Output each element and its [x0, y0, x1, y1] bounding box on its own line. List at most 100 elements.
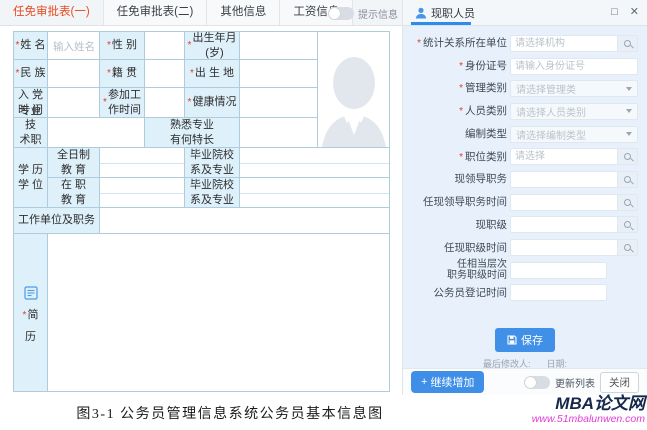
current-staff-panel: 现职人员 □ ✕ *统计关系所在单位 *身份证号 *管理类别 请选择管理类 *人… — [402, 0, 647, 395]
equivalent-level-time-input[interactable] — [510, 262, 607, 279]
save-disk-icon — [507, 335, 517, 345]
chevron-down-icon — [626, 87, 632, 91]
search-icon — [624, 176, 631, 183]
person-icon — [415, 7, 427, 19]
party-join-time-input-cell[interactable] — [48, 88, 100, 118]
inservice-school-input-cell[interactable] — [240, 178, 390, 208]
ethnicity-input-cell[interactable] — [48, 60, 100, 88]
field-label-personnel-category: *人员类别 — [403, 105, 507, 118]
resume-textarea[interactable] — [48, 234, 390, 392]
search-icon — [624, 40, 631, 47]
gender-input-cell[interactable] — [145, 32, 185, 60]
label-gender: *性 别 — [100, 32, 145, 60]
search-icon — [624, 221, 631, 228]
maximize-button[interactable]: □ — [611, 7, 618, 18]
close-button[interactable]: 关闭 — [600, 372, 639, 393]
work-unit-input-cell[interactable] — [100, 208, 390, 234]
position-category-lookup-button[interactable] — [617, 148, 638, 165]
field-label-id-number: *身份证号 — [403, 60, 507, 73]
label-name: *姓 名 — [14, 32, 48, 60]
label-education-degree: 学 历 学 位 — [14, 148, 48, 208]
panel-form: *统计关系所在单位 *身份证号 *管理类别 请选择管理类 *人员类别 请选择人员… — [403, 26, 647, 368]
current-leadership-position-input[interactable] — [510, 171, 617, 188]
stat-unit-input[interactable] — [510, 35, 617, 52]
panel-footer: + 继续增加 更新列表 关闭 — [403, 368, 647, 395]
field-label-civil-servant-registration-time: 公务员登记时间 — [403, 287, 507, 299]
watermark-url: www.51mbalunwen.com — [532, 414, 645, 426]
personnel-category-select[interactable]: 请选择人员类别 — [510, 103, 638, 120]
fulltime-education-input-cell[interactable] — [100, 148, 185, 178]
leadership-position-lookup-button[interactable] — [617, 171, 638, 188]
label-health: *健康情况 — [185, 88, 240, 118]
resume-document-icon — [24, 286, 38, 300]
name-placeholder: 输入姓名 — [48, 32, 99, 54]
current-rank-time-input[interactable] — [510, 239, 617, 256]
label-native-place: *籍 贯 — [100, 60, 145, 88]
native-place-input-cell[interactable] — [145, 60, 185, 88]
search-icon — [624, 153, 631, 160]
specialty-input-cell[interactable] — [240, 118, 318, 148]
basic-info-table: *姓 名 输入姓名 *性 别 *出生年月 (岁) *民 族 *籍 贯 *出 生 … — [13, 31, 390, 392]
health-input-cell[interactable] — [240, 88, 318, 118]
continue-add-button[interactable]: + 继续增加 — [411, 371, 484, 393]
update-list-label: 更新列表 — [555, 375, 595, 390]
tab-approval-form-2[interactable]: 任免审批表(二) — [104, 0, 208, 25]
portrait-silhouette-icon — [321, 43, 387, 147]
field-label-leadership-position-time: 任现领导职务时间 — [403, 196, 507, 208]
label-professional-title: 专业技 术职务 — [14, 118, 48, 148]
field-label-equivalent-level-time: 任相当层次 职务职级时间 — [403, 259, 507, 282]
toggle-knob — [525, 377, 536, 388]
management-category-select[interactable]: 请选择管理类 — [510, 80, 638, 97]
field-label-current-rank-time: 任现职级时间 — [403, 242, 507, 254]
photo-upload-area[interactable] — [318, 32, 390, 148]
id-number-input[interactable] — [510, 58, 638, 75]
active-tab-underline — [411, 22, 471, 25]
field-label-position-category: *职位类别 — [403, 151, 507, 164]
position-category-input[interactable] — [510, 148, 617, 165]
label-birthplace: *出 生 地 — [185, 60, 240, 88]
leadership-position-time-lookup-button[interactable] — [617, 194, 638, 211]
figure-caption: 图3-1 公务员管理信息系统公务员基本信息图 — [60, 403, 400, 423]
tab-other-info[interactable]: 其他信息 — [207, 0, 280, 25]
label-birth-date: *出生年月 (岁) — [185, 32, 240, 60]
update-list-toggle[interactable] — [524, 376, 550, 389]
current-rank-input[interactable] — [510, 216, 617, 233]
name-input-cell[interactable]: 输入姓名 — [48, 32, 100, 60]
field-label-stat-unit: *统计关系所在单位 — [403, 37, 507, 50]
search-icon — [624, 244, 631, 251]
plus-icon: + — [421, 376, 427, 388]
search-icon — [624, 199, 631, 206]
current-rank-time-lookup-button[interactable] — [617, 239, 638, 256]
label-inservice-school: 毕业院校 系及专业 — [185, 178, 240, 208]
tab-bar: 任免审批表(一) 任免审批表(二) 其他信息 工资信息 提示信息 — [0, 0, 402, 26]
hint-info-toggle[interactable] — [328, 7, 354, 20]
label-ethnicity: *民 族 — [14, 60, 48, 88]
birthplace-input-cell[interactable] — [240, 60, 318, 88]
work-start-time-input-cell[interactable] — [145, 88, 185, 118]
label-fulltime-education: 全日制 教 育 — [48, 148, 100, 178]
fulltime-school-input-cell[interactable] — [240, 148, 390, 178]
label-work-start-time: *参加工 作时间 — [100, 88, 145, 118]
field-label-current-leadership-position: 现领导职务 — [403, 173, 507, 185]
label-fulltime-school: 毕业院校 系及专业 — [185, 148, 240, 178]
birth-date-input-cell[interactable] — [240, 32, 318, 60]
chevron-down-icon — [626, 109, 632, 113]
tab-approval-form-1[interactable]: 任免审批表(一) — [0, 0, 104, 25]
civil-servant-registration-time-input[interactable] — [510, 284, 607, 301]
inservice-education-input-cell[interactable] — [100, 178, 185, 208]
leadership-position-time-input[interactable] — [510, 194, 617, 211]
professional-title-input-cell[interactable] — [48, 118, 145, 148]
field-label-current-rank: 现职级 — [403, 219, 507, 231]
close-panel-button[interactable]: ✕ — [630, 7, 639, 18]
stat-unit-lookup-button[interactable] — [617, 35, 638, 52]
establishment-type-select[interactable]: 请选择编制类型 — [510, 126, 638, 143]
last-modified-meta: 最后修改人:日期: — [403, 357, 647, 368]
watermark: MBA论文网 www.51mbalunwen.com — [532, 395, 645, 425]
save-button[interactable]: 保存 — [495, 328, 555, 352]
current-rank-lookup-button[interactable] — [617, 216, 638, 233]
label-work-unit: 工作单位及职务 — [14, 208, 100, 234]
label-specialty: 熟悉专业 有何特长 — [145, 118, 240, 148]
label-resume: *简 历 — [14, 234, 48, 392]
hint-toggle-label: 提示信息 — [358, 6, 398, 21]
label-inservice-education: 在 职 教 育 — [48, 178, 100, 208]
